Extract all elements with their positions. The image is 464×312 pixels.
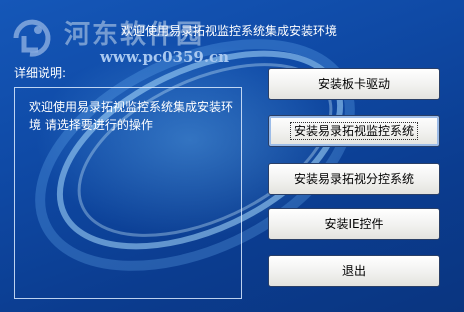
installer-window: 河东软件园 www.pc0359.cn 欢迎使用易录拓视监控系统集成安装环境 详… [0,0,464,312]
install-sub-control-system-label: 安装易录拓视分控系统 [293,172,414,186]
install-ie-control-label: 安装IE控件 [324,217,384,231]
window-title: 欢迎使用易录拓视监控系统集成安装环境 [121,24,338,38]
install-sub-control-system-button[interactable]: 安装易录拓视分控系统 [268,163,440,195]
watermark-logo-icon [13,19,51,57]
install-ie-control-button[interactable]: 安装IE控件 [268,208,440,240]
install-card-driver-button[interactable]: 安装板卡驱动 [268,68,440,100]
install-monitor-system-button[interactable]: 安装易录拓视监控系统 [268,115,440,147]
details-panel: 欢迎使用易录拓视监控系统集成安装环境 请选择要进行的操作 [14,87,242,299]
details-text: 欢迎使用易录拓视监控系统集成安装环境 请选择要进行的操作 [29,100,234,132]
install-monitor-system-label: 安装易录拓视监控系统 [289,122,419,140]
exit-button[interactable]: 退出 [268,255,440,287]
details-label: 详细说明: [14,66,67,80]
watermark-url: www.pc0359.cn [100,48,230,66]
install-card-driver-label: 安装板卡驱动 [317,77,390,91]
exit-label: 退出 [341,264,366,278]
